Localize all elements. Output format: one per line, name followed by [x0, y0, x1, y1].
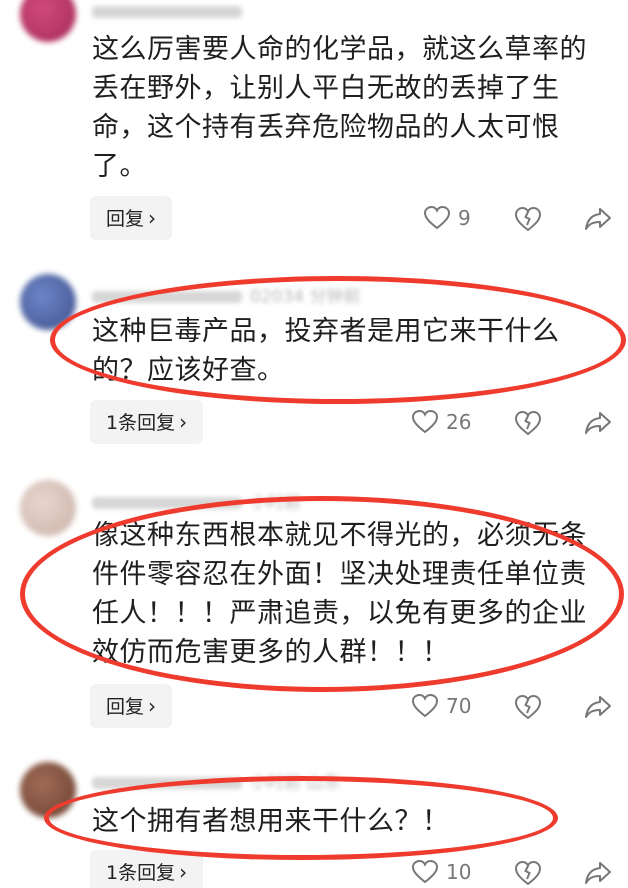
share-icon — [585, 862, 611, 884]
like-button[interactable]: 10 — [412, 860, 471, 884]
like-button[interactable]: 9 — [424, 206, 471, 230]
comment-text: 像这种东西根本就见不得光的，必须无条件件零容忍在外面！坚决处理责任单位责任人！！… — [92, 520, 587, 668]
like-count: 70 — [446, 694, 472, 718]
like-count: 26 — [446, 410, 472, 434]
comment-meta — [92, 2, 362, 24]
chevron-right-icon: › — [179, 410, 188, 434]
dislike-button[interactable] — [514, 860, 542, 886]
dislike-button[interactable] — [514, 694, 542, 720]
share-button[interactable] — [584, 860, 612, 886]
reply-button[interactable]: 回复 › — [90, 684, 173, 728]
broken-heart-icon — [514, 410, 542, 436]
dislike-button[interactable] — [514, 206, 542, 232]
comment-text: 这种巨毒产品，投弃者是用它来干什么的？应该好查。 — [92, 316, 560, 386]
share-icon — [585, 412, 611, 434]
like-button[interactable]: 70 — [412, 694, 471, 718]
heart-icon — [424, 206, 450, 230]
broken-heart-icon — [514, 694, 542, 720]
share-button[interactable] — [584, 694, 612, 720]
chevron-right-icon: › — [179, 860, 188, 884]
comment-text: 这个拥有者想用来干什么？！ — [92, 806, 450, 837]
comment-text: 这么厉害要人命的化学品，就这么草率的丢在野外，让别人平白无故的丢掉了生命，这个持… — [92, 34, 587, 182]
comment-4: 小时前 山东 这个拥有者想用来干什么？！ 1条回复 › 10 — [0, 756, 628, 888]
like-count: 9 — [458, 206, 471, 230]
heart-icon — [412, 694, 438, 718]
share-button[interactable] — [584, 410, 612, 436]
chevron-right-icon: › — [148, 694, 157, 718]
share-icon — [585, 696, 611, 718]
like-count: 10 — [446, 860, 472, 884]
comment-2: 02034 分钟前 陕西 这种巨毒产品，投弃者是用它来干什么的？应该好查。 1条… — [0, 262, 628, 452]
reply-button[interactable]: 回复 › — [90, 196, 173, 240]
heart-icon — [412, 410, 438, 434]
comment-1: 这么厉害要人命的化学品，就这么草率的丢在野外，让别人平白无故的丢掉了生命，这个持… — [0, 0, 628, 250]
reply-button[interactable]: 1条回复 › — [90, 400, 204, 444]
comment-meta: 02034 分钟前 陕西 — [92, 282, 362, 304]
share-icon — [585, 208, 611, 230]
avatar[interactable] — [20, 762, 76, 818]
share-button[interactable] — [584, 206, 612, 232]
broken-heart-icon — [514, 206, 542, 232]
avatar[interactable] — [20, 274, 76, 330]
comment-meta: 小时前 — [92, 488, 362, 510]
comment-meta: 小时前 山东 — [92, 768, 362, 790]
broken-heart-icon — [514, 860, 542, 886]
avatar[interactable] — [20, 480, 76, 536]
comment-3: 小时前 像这种东西根本就见不得光的，必须无条件件零容忍在外面！坚决处理责任单位责… — [0, 470, 628, 750]
chevron-right-icon: › — [148, 206, 157, 230]
avatar[interactable] — [20, 0, 76, 42]
like-button[interactable]: 26 — [412, 410, 471, 434]
heart-icon — [412, 860, 438, 884]
reply-button[interactable]: 1条回复 › — [90, 850, 204, 888]
dislike-button[interactable] — [514, 410, 542, 436]
